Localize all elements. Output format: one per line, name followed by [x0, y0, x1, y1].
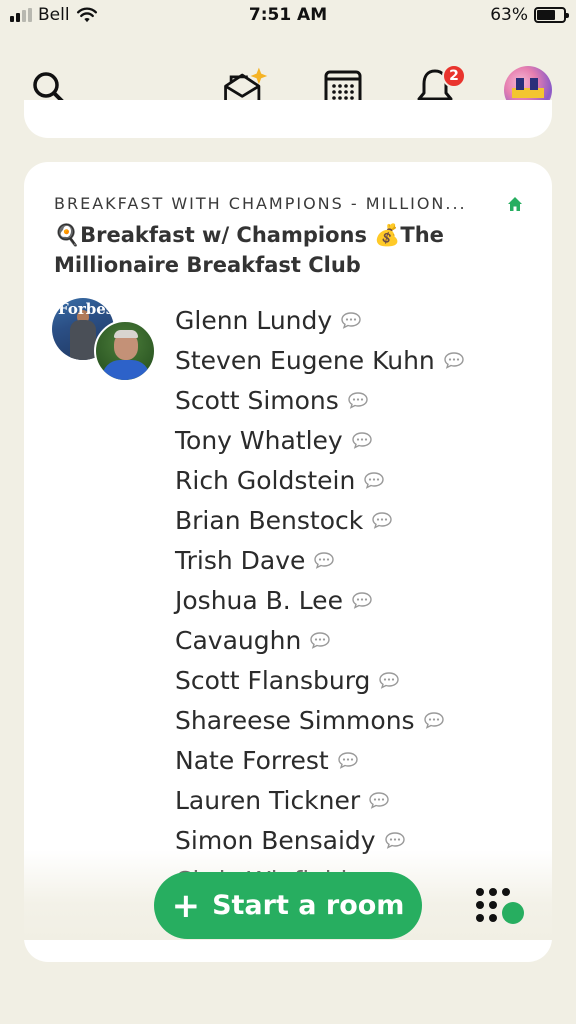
speaker-name-row[interactable]: Trish Dave: [175, 540, 465, 580]
speaker-name: Shareese Simmons: [175, 705, 415, 735]
room-card[interactable]: BREAKFAST WITH CHAMPIONS - MILLION... 🍳B…: [24, 162, 552, 962]
chat-bubble-icon: [372, 512, 392, 529]
battery-icon: [534, 7, 569, 23]
speaker-name: Joshua B. Lee: [175, 585, 343, 615]
notification-badge: 2: [442, 64, 466, 88]
room-title-line-1: 🍳Breakfast w/ Champions 💰The: [54, 223, 444, 247]
speaker-name: Scott Flansburg: [175, 665, 371, 695]
speaker-name-row[interactable]: Rich Goldstein: [175, 460, 465, 500]
chat-bubble-icon: [379, 672, 400, 689]
chat-bubble-icon: [341, 312, 361, 329]
room-title-line-2: Millionaire Breakfast Club: [54, 253, 361, 277]
club-name: BREAKFAST WITH CHAMPIONS - MILLION...: [54, 194, 467, 213]
speaker-name-row[interactable]: Steven Eugene Kuhn: [175, 340, 465, 380]
chat-bubble-icon: [338, 752, 358, 769]
previous-room-card[interactable]: [24, 100, 552, 138]
speaker-name: Scott Simons: [175, 385, 339, 415]
speaker-avatar-2[interactable]: [94, 320, 156, 382]
battery-percent: 63%: [490, 5, 528, 25]
chat-bubble-icon: [352, 432, 372, 449]
speaker-name-row[interactable]: Cavaughn: [175, 620, 465, 660]
status-right: 63%: [490, 5, 569, 25]
speaker-name: Lauren Tickner: [175, 785, 361, 815]
speaker-name: Rich Goldstein: [175, 465, 356, 495]
chat-bubble-icon: [352, 592, 372, 609]
plus-icon: +: [171, 885, 201, 926]
speaker-name: Brian Benstock: [175, 505, 364, 535]
speaker-name-row[interactable]: Glenn Lundy: [175, 300, 465, 340]
chat-bubble-icon: [423, 712, 444, 729]
speaker-name-row[interactable]: Scott Flansburg: [175, 660, 465, 700]
speaker-avatars: Forbes: [52, 298, 162, 388]
speaker-name-row[interactable]: Tony Whatley: [175, 420, 465, 460]
room-title: 🍳Breakfast w/ Champions 💰The Millionaire…: [54, 220, 494, 280]
speaker-name: Cavaughn: [175, 625, 302, 655]
speaker-name: Trish Dave: [175, 545, 306, 575]
speaker-name: Glenn Lundy: [175, 305, 333, 335]
chat-bubble-icon: [369, 792, 389, 809]
speaker-name-row[interactable]: Shareese Simmons: [175, 700, 465, 740]
chat-bubble-icon: [384, 832, 405, 849]
chat-bubble-icon: [314, 552, 335, 569]
start-room-button[interactable]: + Start a room: [154, 872, 422, 939]
chat-bubble-icon: [444, 352, 464, 369]
speaker-name: Steven Eugene Kuhn: [175, 345, 435, 375]
speaker-name-row[interactable]: Scott Simons: [175, 380, 465, 420]
speaker-name-row[interactable]: Lauren Tickner: [175, 780, 465, 820]
speaker-name-row[interactable]: Joshua B. Lee: [175, 580, 465, 620]
speaker-name-row[interactable]: Nate Forrest: [175, 740, 465, 780]
chat-bubble-icon: [348, 392, 368, 409]
club-row: BREAKFAST WITH CHAMPIONS - MILLION...: [54, 194, 524, 213]
chat-bubble-icon: [364, 472, 385, 489]
speaker-name: Tony Whatley: [175, 425, 343, 455]
start-room-label: Start a room: [212, 890, 405, 921]
speaker-name: Nate Forrest: [175, 745, 329, 775]
speaker-names-list: Glenn Lundy Steven Eugene Kuhn Scott Simon…: [175, 300, 465, 900]
status-bar: Bell 7:51 AM 63%: [0, 0, 576, 34]
speaker-name-row[interactable]: Brian Benstock: [175, 500, 465, 540]
online-status-dot: [502, 902, 524, 924]
backchannel-button[interactable]: [472, 884, 526, 930]
speaker-avatar-text: Forbes: [58, 300, 114, 318]
chat-bubble-icon: [310, 632, 330, 649]
home-icon: [508, 196, 522, 211]
